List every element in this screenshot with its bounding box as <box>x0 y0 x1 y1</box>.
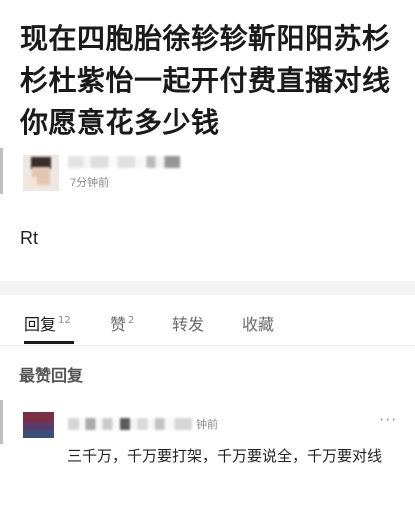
tab-likes-count: 2 <box>128 315 135 326</box>
edge-marker <box>0 400 3 444</box>
author-name-blurred[interactable] <box>68 156 180 168</box>
tab-favorites-label: 收藏 <box>242 315 275 334</box>
commenter-name-blurred[interactable] <box>68 418 192 430</box>
post-author-row: 7分钟前 <box>0 148 415 195</box>
tab-reposts-label: 转发 <box>172 315 205 334</box>
comment-item: 钟前 ··· 三千万，千万要打架，千万要说全，千万要对线 <box>0 400 415 506</box>
more-dots-icon[interactable]: ··· <box>379 410 397 429</box>
post-body: Rt <box>20 228 38 248</box>
comment-text: 三千万，千万要打架，千万要说全，千万要对线 <box>67 447 383 465</box>
tab-favorites[interactable]: 收藏 <box>242 311 274 335</box>
section-divider <box>0 281 415 295</box>
tab-replies-label: 回复 <box>24 315 57 334</box>
section-title-top-replies: 最赞回复 <box>19 366 84 385</box>
tab-bar: 回复 12 赞2 转发 收藏 <box>0 295 415 346</box>
active-tab-indicator <box>24 341 74 344</box>
author-avatar[interactable] <box>23 155 59 191</box>
tab-reposts[interactable]: 转发 <box>172 311 204 335</box>
post-title: 现在四胞胎徐轸轸靳阳阳苏杉杉杜紫怡一起开付费直播对线你愿意花多少钱 <box>20 22 391 139</box>
post-timestamp: 7分钟前 <box>70 177 110 189</box>
tab-likes[interactable]: 赞2 <box>110 311 134 335</box>
edge-marker <box>0 148 3 194</box>
commenter-avatar[interactable] <box>23 412 54 438</box>
tab-likes-label: 赞 <box>110 315 127 334</box>
comment-timestamp: 钟前 <box>196 418 218 431</box>
tab-replies[interactable]: 回复 12 <box>24 311 71 335</box>
tab-replies-count: 12 <box>58 315 71 326</box>
